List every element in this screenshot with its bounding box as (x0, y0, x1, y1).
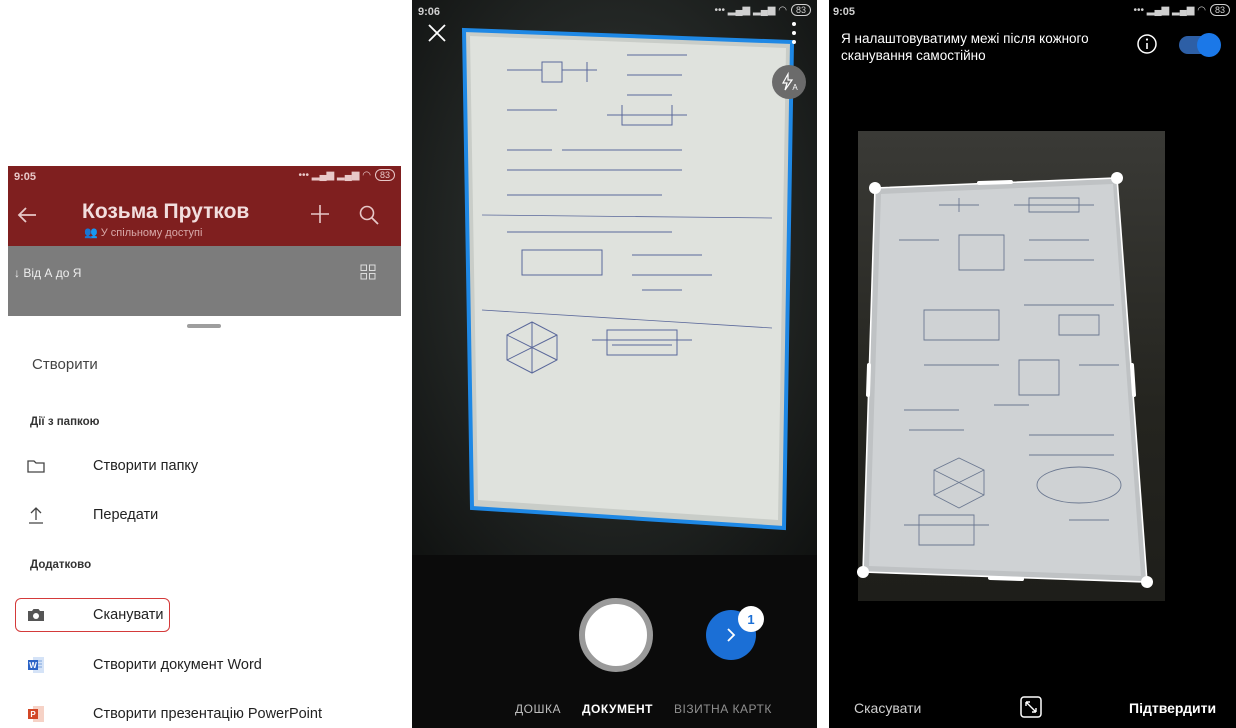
shared-label: У спільному доступі (100, 227, 203, 239)
upload-item[interactable]: Передати (26, 503, 158, 527)
crop-corner-top-right (1111, 172, 1123, 184)
triptych: 9:05 ••• ▂▄▆ ▂▄▆ ◠ 83 Козьма Прутков 👥 У… (0, 0, 1236, 728)
crop-edge-handle-top (977, 180, 1013, 185)
flash-auto-button[interactable]: A (772, 65, 806, 99)
create-word-item[interactable]: W Створити документ Word (26, 653, 262, 677)
people-icon: 👥 (84, 227, 98, 239)
camera-capture-screen: 9:06 ••• ▂▄▆ ▂▄▆ ◠ 83 A 1 ДОШКА ДОКУМЕНТ… (412, 0, 817, 728)
mode-business-card[interactable]: ВІЗИТНА КАРТК (674, 702, 817, 716)
create-folder-label: Створити папку (93, 458, 199, 474)
crop-adjust-screen: 9:05 ••• ▂▄▆ ▂▄▆ ◠ 83 Я налаштовуватиму … (829, 0, 1236, 728)
crop-corner-bottom-right (1141, 576, 1153, 588)
confirm-button[interactable]: Підтвердити (1129, 700, 1216, 716)
crop-corner-top-left (869, 182, 881, 194)
add-icon[interactable] (308, 202, 332, 226)
folder-icon (27, 460, 45, 473)
status-time: 9:05 (14, 171, 37, 183)
dimmed-list-area (8, 246, 401, 316)
scan-highlight-box (15, 598, 170, 632)
upload-icon (29, 507, 43, 524)
status-time: 9:06 (418, 6, 441, 18)
svg-text:P: P (30, 710, 36, 719)
mode-whiteboard[interactable]: ДОШКА (515, 702, 561, 716)
cancel-button[interactable]: Скасувати (854, 700, 921, 716)
folder-title: Козьма Прутков (82, 200, 250, 223)
upload-label: Передати (93, 507, 159, 523)
mode-document[interactable]: ДОКУМЕНТ (582, 702, 653, 716)
back-arrow-icon[interactable] (16, 204, 38, 226)
captured-document-preview (461, 27, 795, 531)
battery-indicator: 83 (790, 4, 811, 16)
capture-count-badge: 1 (738, 606, 764, 632)
close-icon[interactable] (426, 22, 448, 44)
crop-overlay (857, 172, 1153, 588)
status-icons: ••• ▂▄▆ ▂▄▆ ◠ 83 (298, 169, 395, 181)
crop-edge-handle-right (1130, 363, 1136, 397)
onedrive-create-menu-screen: 9:05 ••• ▂▄▆ ▂▄▆ ◠ 83 Козьма Прутков 👥 У… (8, 166, 401, 728)
sort-control[interactable]: ↓ Від А до Я (14, 266, 81, 280)
create-folder-item[interactable]: Створити папку (26, 454, 198, 478)
expand-crop-icon[interactable] (1019, 695, 1043, 719)
search-icon[interactable] (358, 204, 380, 226)
signal-icon: ••• ▂▄▆ ▂▄▆ ◠ (714, 4, 787, 16)
sheet-drag-handle[interactable] (187, 324, 221, 328)
svg-text:W: W (29, 661, 37, 670)
crop-edge-handle-bottom (988, 576, 1024, 581)
flash-auto-icon: A (781, 72, 798, 92)
svg-text:A: A (792, 83, 798, 92)
arrow-down-icon: ↓ (14, 266, 20, 280)
crop-edge-handle-left (866, 363, 871, 397)
crop-corner-bottom-left (857, 566, 869, 578)
chevron-right-icon (727, 628, 736, 642)
battery-indicator: 83 (374, 169, 395, 181)
sheet-title: Створити (32, 356, 98, 373)
create-bottom-sheet: Створити Дії з папкою Створити папку Пер… (8, 316, 401, 728)
create-ppt-label: Створити презентацію PowerPoint (93, 706, 322, 722)
shutter-button[interactable] (579, 598, 653, 672)
section-more: Додатково (30, 559, 92, 571)
powerpoint-icon: P (28, 706, 44, 722)
shared-status: 👥 У спільному доступі (84, 226, 202, 239)
word-icon: W (28, 657, 44, 673)
create-word-label: Створити документ Word (93, 657, 262, 673)
sort-label: Від А до Я (23, 266, 82, 280)
signal-icon: ••• ▂▄▆ ▂▄▆ ◠ (298, 169, 371, 181)
more-options-icon[interactable] (789, 20, 799, 46)
status-icons: ••• ▂▄▆ ▂▄▆ ◠ 83 (714, 4, 811, 16)
section-folder-actions: Дії з папкою (30, 416, 100, 428)
grid-view-icon[interactable] (360, 264, 376, 280)
create-ppt-item[interactable]: P Створити презентацію PowerPoint (26, 702, 322, 726)
